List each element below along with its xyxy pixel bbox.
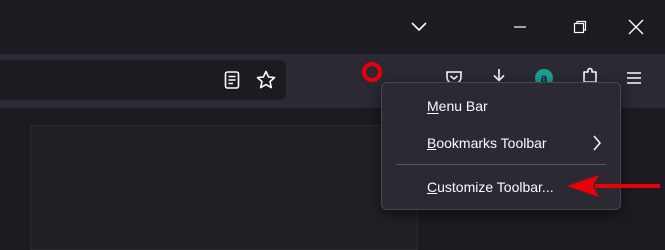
close-window-button[interactable] <box>622 13 650 41</box>
reader-view-icon <box>224 71 240 89</box>
annotation-arrow <box>567 175 660 197</box>
bookmark-star-icon <box>256 70 276 89</box>
reader-view-button[interactable] <box>218 66 246 94</box>
restore-icon <box>573 20 587 34</box>
menu-item-label: Bookmarks Toolbar <box>427 135 547 151</box>
mnemonic-letter: C <box>427 179 438 195</box>
chevron-right-icon <box>593 135 601 151</box>
chevron-down-icon <box>411 22 427 32</box>
menu-item-label: Customize Toolbar... <box>427 179 554 195</box>
minimize-button[interactable] <box>506 13 534 41</box>
minimize-icon <box>514 26 526 28</box>
close-icon <box>628 19 644 35</box>
menu-item-bookmarks-toolbar[interactable]: Bookmarks Toolbar <box>382 127 620 159</box>
annotation-circle <box>362 62 382 82</box>
menu-item-label: Menu Bar <box>427 98 488 114</box>
app-menu-button[interactable] <box>620 64 648 92</box>
content-panel <box>30 125 418 250</box>
title-bar <box>0 0 665 54</box>
url-bar[interactable] <box>0 60 286 100</box>
menu-separator <box>396 164 606 165</box>
restore-button[interactable] <box>566 13 594 41</box>
hamburger-menu-icon <box>627 72 641 84</box>
mnemonic-letter: M <box>427 98 439 114</box>
mnemonic-letter: B <box>427 135 437 151</box>
list-all-tabs-button[interactable] <box>405 13 433 41</box>
bookmark-page-button[interactable] <box>252 66 280 94</box>
menu-item-menu-bar[interactable]: Menu Bar <box>382 90 620 122</box>
